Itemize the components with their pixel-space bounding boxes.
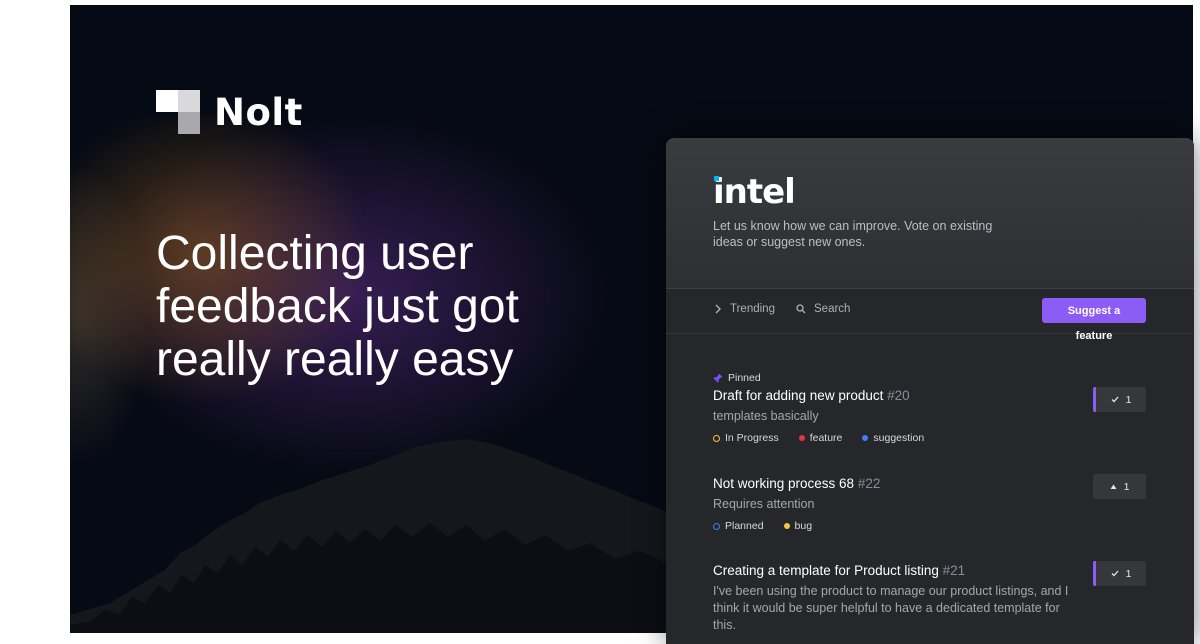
status-badge: Planned (713, 520, 764, 532)
company-logo-text: intel (713, 172, 796, 212)
post-number: #20 (887, 388, 910, 403)
trending-filter[interactable]: Trending (714, 303, 775, 315)
post-item[interactable]: Creating a template for Product listing … (713, 562, 1143, 634)
brand[interactable]: Nolt (156, 90, 303, 134)
tag-badge: suggestion (862, 432, 924, 444)
post-tags: In Progress feature suggestion (713, 432, 1143, 444)
brand-name: Nolt (214, 90, 303, 134)
vote-count: 1 (1123, 480, 1130, 493)
tag-label: bug (794, 520, 813, 532)
post-tags: Planned bug (713, 520, 1143, 532)
post-description: templates basically (713, 409, 819, 423)
board-toolbar: Trending Search Suggest a feature (666, 289, 1194, 342)
pinned-text: Pinned (728, 372, 761, 384)
feedback-board-panel: intel Let us know how we can improve. Vo… (666, 138, 1194, 644)
vote-button[interactable]: 1 (1093, 474, 1146, 499)
search-button[interactable]: Search (796, 303, 850, 315)
status-ring-icon (713, 522, 720, 530)
tag-dot-icon (862, 435, 869, 441)
pin-icon (713, 373, 723, 383)
checkmark-icon (1111, 570, 1119, 577)
pinned-label: Pinned (713, 372, 1143, 384)
tag-dot-icon (783, 523, 790, 529)
search-label: Search (814, 303, 851, 315)
post-title-text: Draft for adding new product (713, 388, 884, 403)
logo-accent-dot (714, 176, 719, 181)
post-item[interactable]: Pinned Draft for adding new product #20 … (713, 372, 1143, 444)
vote-button[interactable]: 1 (1093, 387, 1146, 412)
post-number: #22 (857, 476, 881, 491)
suggest-feature-button[interactable]: Suggest a feature (1042, 298, 1146, 342)
post-title[interactable]: Not working process 68 #22 (713, 475, 1143, 493)
status-label: In Progress (725, 432, 779, 444)
tag-label: feature (809, 432, 843, 444)
chevron-right-icon (715, 304, 721, 314)
post-title-text: Not working process 68 (713, 476, 855, 491)
search-icon (796, 304, 806, 314)
status-ring-icon (713, 434, 720, 442)
vote-count: 1 (1125, 567, 1132, 580)
vote-button[interactable]: 1 (1093, 561, 1146, 586)
hero-headline: Collecting user feedback just got really… (156, 227, 519, 386)
tag-badge: bug (783, 520, 813, 532)
board-intro: Let us know how we can improve. Vote on … (713, 219, 993, 249)
post-description: Requires attention (713, 497, 815, 511)
status-label: Planned (725, 520, 764, 532)
checkmark-icon (1111, 396, 1119, 403)
upvote-arrow-icon (1110, 484, 1117, 489)
board-header: intel Let us know how we can improve. Vo… (666, 138, 1194, 289)
company-logo[interactable]: intel (713, 172, 796, 212)
trending-label: Trending (730, 303, 775, 315)
tag-badge: feature (798, 432, 843, 444)
vote-count: 1 (1125, 393, 1132, 406)
status-badge: In Progress (713, 432, 779, 444)
nolt-logo-icon (156, 90, 200, 134)
tag-dot-icon (798, 435, 805, 441)
post-title[interactable]: Draft for adding new product #20 (713, 387, 1143, 405)
post-number: #21 (942, 563, 966, 578)
post-item[interactable]: Not working process 68 #22 Requires atte… (713, 475, 1143, 532)
tag-label: suggestion (873, 432, 925, 444)
post-title-text: Creating a template for Product listing (713, 563, 939, 578)
mountain-silhouette (70, 439, 670, 633)
post-description: I've been using the product to manage ou… (713, 584, 1069, 632)
post-title[interactable]: Creating a template for Product listing … (713, 562, 1143, 580)
